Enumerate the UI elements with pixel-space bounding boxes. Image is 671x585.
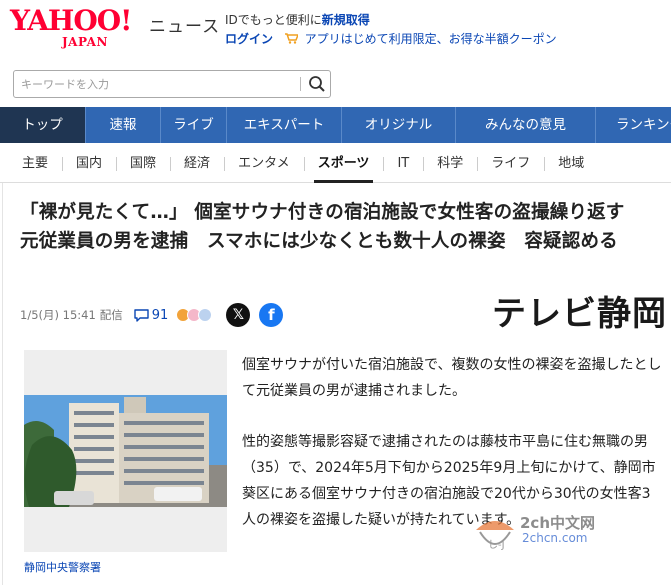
delivery-label: 配信: [99, 308, 123, 322]
signup-promo: IDでもっと便利に新規取得: [225, 11, 370, 28]
article-headline: 「裸が見たくて…」 個室サウナ付きの宿泊施設で女性客の盗撮繰り返す 元従業員の男…: [20, 202, 644, 252]
article-paragraph: 性的姿態等撮影容疑で逮捕されたのは藤枝市平島に住む無職の男（35）で、2024年…: [242, 434, 656, 528]
signup-link[interactable]: 新規取得: [322, 13, 370, 27]
nav-tab-breaking[interactable]: 速報: [86, 107, 161, 143]
logo-wordmark: YAHOO!: [10, 4, 132, 37]
category-tab-sports[interactable]: スポーツ: [303, 145, 384, 183]
nav-tab-label: ライブ: [173, 117, 214, 133]
category-tab-economy[interactable]: 経済: [170, 145, 224, 183]
publish-date: 1/5(月) 15:41: [20, 308, 96, 322]
comments-link[interactable]: 91: [133, 307, 169, 323]
nav-tab-top[interactable]: トップ: [0, 107, 86, 143]
article: 「裸が見たくて…」 個室サウナ付きの宿泊施設で女性客の盗撮繰り返す 元従業員の男…: [2, 183, 671, 585]
category-label: ライフ: [491, 155, 531, 171]
article-body: 個室サウナが付いた宿泊施設で、複数の女性の裸姿を盗撮したとして元従業員の男が逮捕…: [242, 353, 664, 559]
search-input[interactable]: [14, 71, 299, 97]
service-name[interactable]: ニュース: [149, 12, 220, 37]
publisher-logo[interactable]: テレビ静岡: [492, 294, 667, 334]
category-label: スポーツ: [317, 155, 370, 171]
category-label: 科学: [437, 155, 464, 171]
search-divider: [300, 77, 301, 91]
nav-tab-label: ランキング: [616, 117, 671, 133]
nav-tab-original[interactable]: オリジナル: [342, 107, 456, 143]
category-label: エンタメ: [238, 155, 290, 171]
photo-caption[interactable]: 静岡中央警察署: [24, 559, 101, 575]
site-header: YAHOO! JAPAN ニュース IDでもっと便利に新規取得 ログイン アプリ…: [0, 0, 671, 60]
nav-tab-label: 速報: [109, 117, 137, 133]
nav-tab-label: トップ: [22, 117, 63, 133]
comment-icon: [133, 308, 150, 323]
category-label: 国際: [130, 155, 157, 171]
login-promo-row: ログイン アプリはじめて利用限定、お得な半額クーポン: [225, 30, 557, 47]
nav-tab-label: みんなの意見: [485, 117, 566, 133]
category-nav: 主要 国内 国際 経済 エンタメ スポーツ IT 科学 ライフ 地域: [0, 145, 671, 183]
category-tab-entertainment[interactable]: エンタメ: [224, 145, 304, 183]
category-label: 国内: [76, 155, 103, 171]
nav-tab-expert[interactable]: エキスパート: [227, 107, 342, 143]
logo-subtext: JAPAN: [62, 35, 108, 49]
category-tab-domestic[interactable]: 国内: [62, 145, 116, 183]
think-reaction-icon: [198, 308, 213, 322]
facebook-share-icon[interactable]: f: [259, 303, 284, 327]
x-share-icon[interactable]: 𝕏: [226, 303, 251, 327]
police-station-image: [24, 395, 227, 507]
nav-tab-label: エキスパート: [243, 117, 325, 133]
nav-tab-label: オリジナル: [364, 117, 433, 133]
nav-tab-opinions[interactable]: みんなの意見: [456, 107, 596, 143]
category-label: 経済: [184, 155, 211, 171]
article-meta: 1/5(月) 15:41 配信 91 𝕏 f: [20, 303, 284, 327]
category-tab-it[interactable]: IT: [383, 145, 423, 183]
category-label: IT: [397, 155, 410, 171]
cart-icon: [284, 33, 299, 44]
category-label: 主要: [22, 155, 49, 171]
category-tab-local[interactable]: 地域: [544, 145, 598, 183]
search-box: [13, 70, 331, 98]
app-coupon-link[interactable]: アプリはじめて利用限定、お得な半額クーポン: [305, 32, 557, 46]
category-label: 地域: [558, 155, 585, 171]
login-link[interactable]: ログイン: [225, 32, 273, 46]
article-photo[interactable]: [24, 350, 227, 552]
nav-tab-ranking[interactable]: ランキング: [596, 107, 671, 143]
article-paragraph: 個室サウナが付いた宿泊施設で、複数の女性の裸姿を盗撮したとして元従業員の男が逮捕…: [242, 357, 662, 399]
search-icon[interactable]: [307, 74, 327, 94]
category-tab-international[interactable]: 国際: [116, 145, 170, 183]
yahoo-japan-logo[interactable]: YAHOO! JAPAN: [10, 6, 145, 50]
comment-count: 91: [151, 307, 169, 323]
category-tab-life[interactable]: ライフ: [477, 145, 544, 183]
signup-promo-text: IDでもっと便利に: [225, 13, 322, 27]
nav-tab-live[interactable]: ライブ: [161, 107, 227, 143]
category-tab-science[interactable]: 科学: [423, 145, 477, 183]
reaction-summary[interactable]: [176, 308, 213, 322]
primary-nav: トップ 速報 ライブ エキスパート オリジナル みんなの意見 ランキング: [0, 107, 671, 143]
category-tab-main[interactable]: 主要: [0, 145, 62, 183]
